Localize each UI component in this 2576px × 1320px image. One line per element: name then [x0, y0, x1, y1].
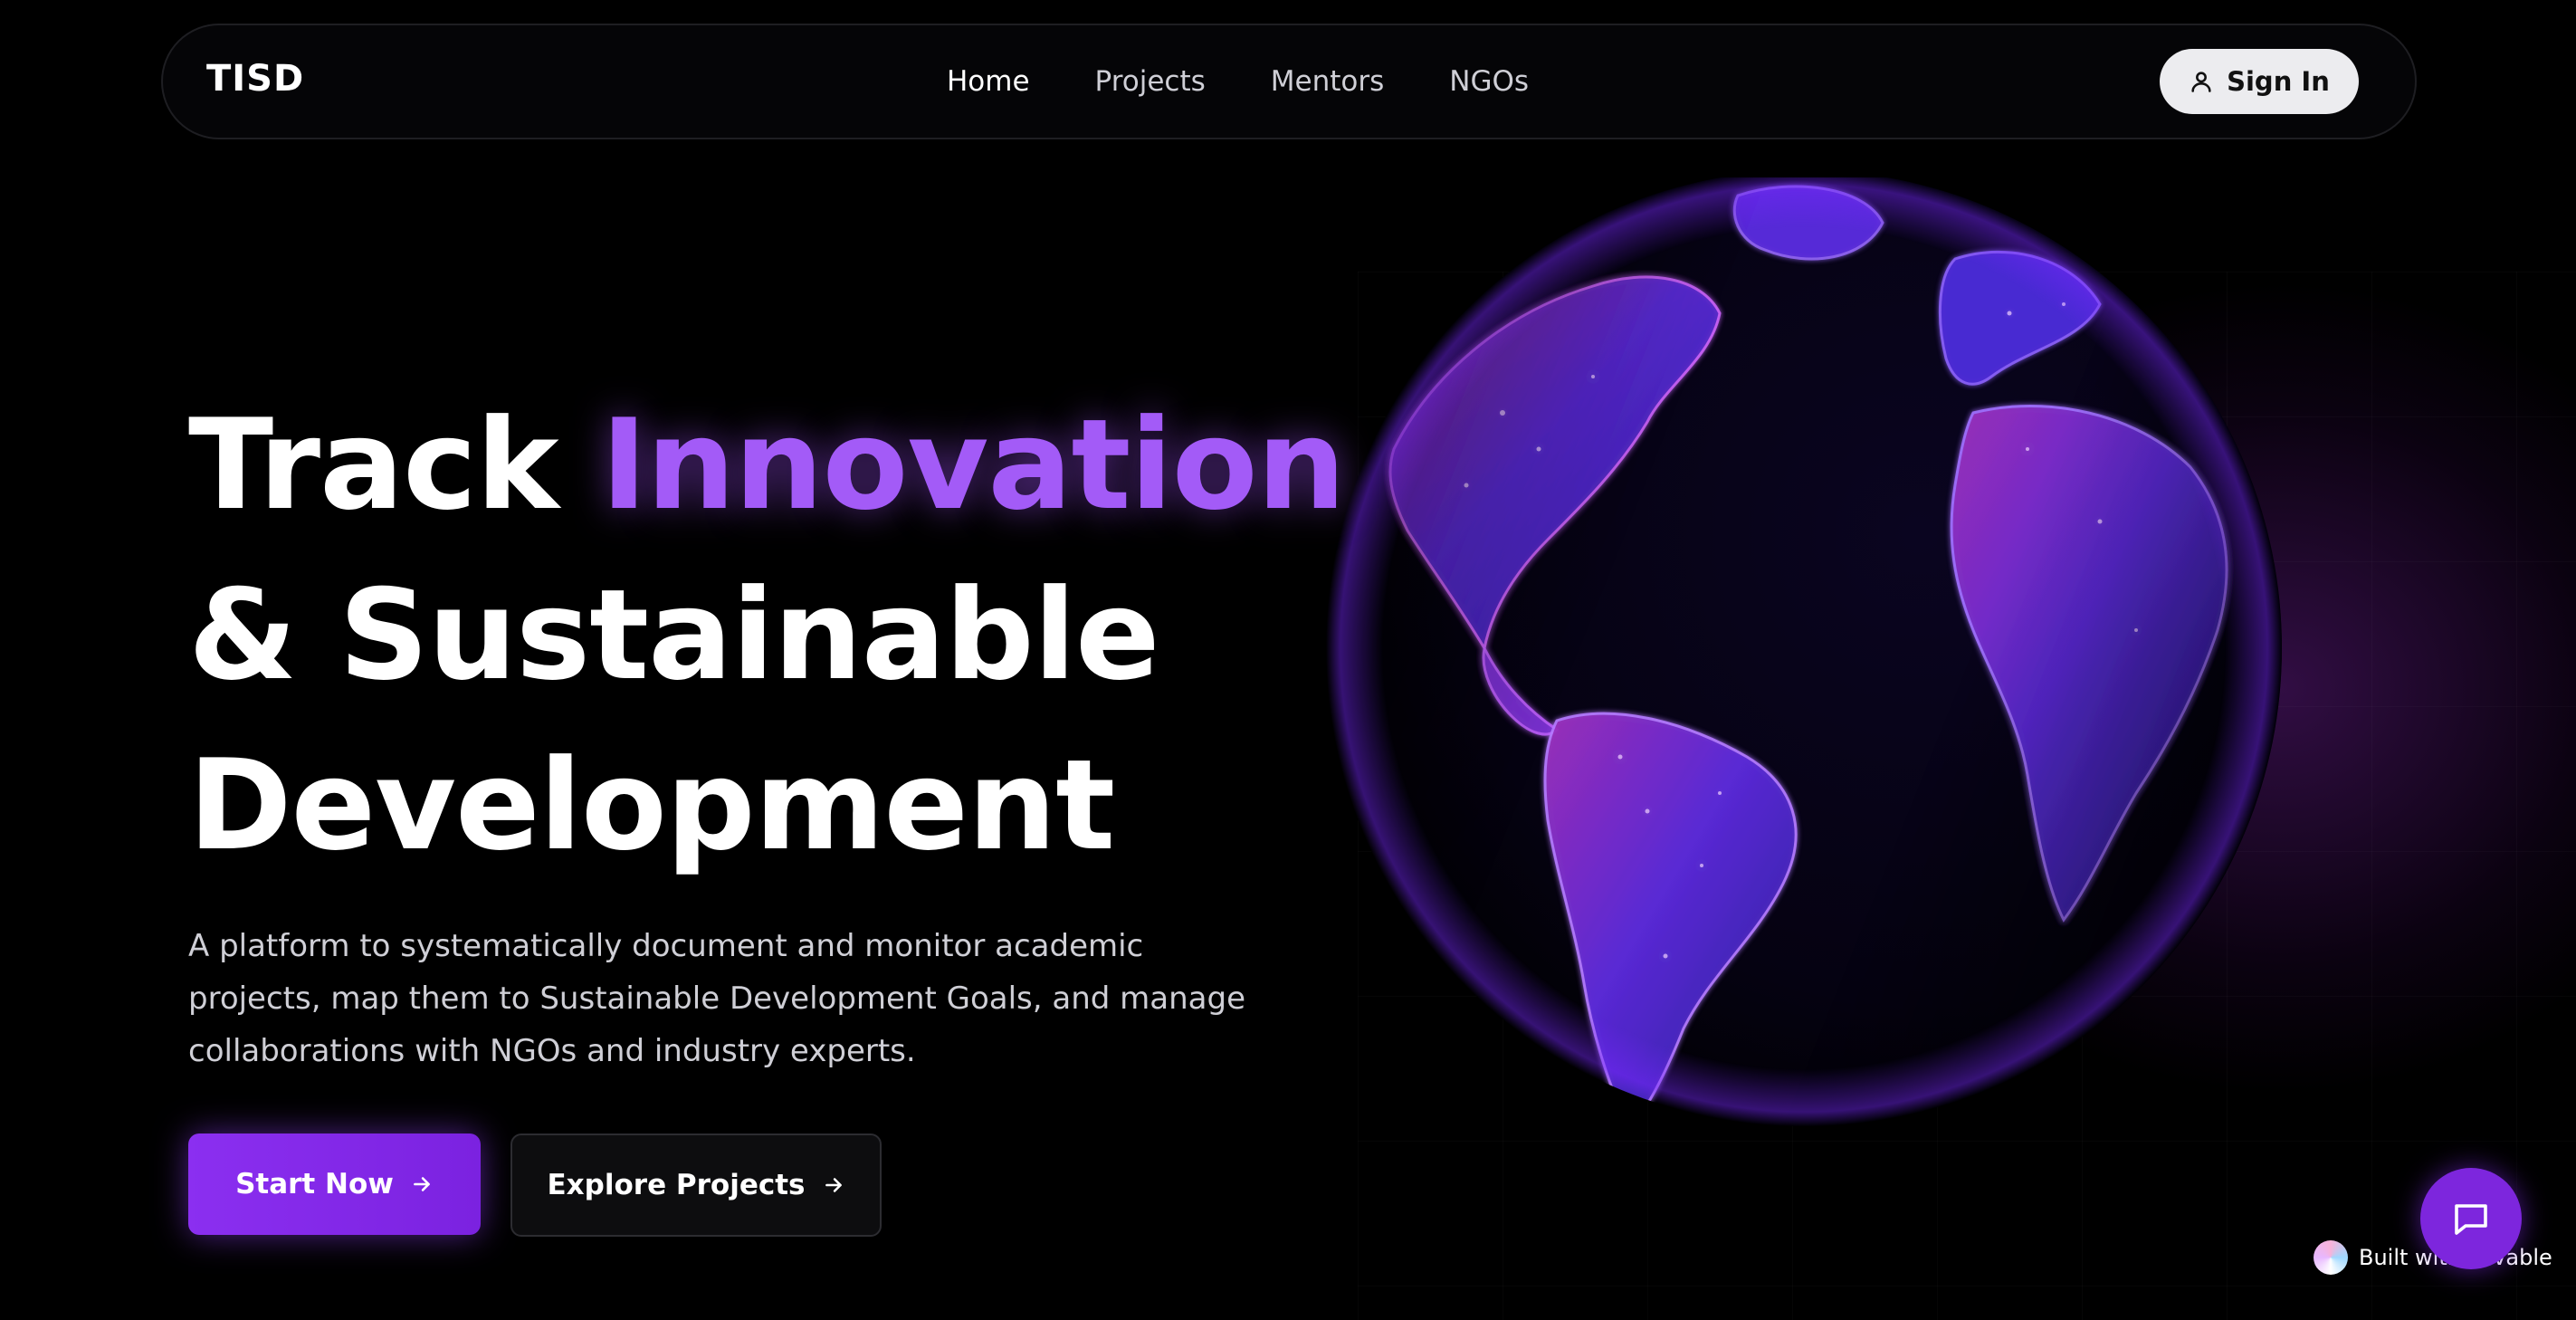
explore-projects-label: Explore Projects — [547, 1169, 806, 1201]
earth-globe-graphic — [1326, 177, 2282, 1126]
start-now-label: Start Now — [235, 1168, 394, 1200]
hero-title-accent: Innovation — [600, 392, 1346, 538]
chat-button[interactable] — [2420, 1168, 2522, 1269]
nav-link-mentors[interactable]: Mentors — [1271, 65, 1384, 98]
hero-title: Track Innovation & Sustainable Developme… — [188, 380, 1346, 891]
hero-title-line2: & Sustainable — [188, 562, 1160, 708]
nav-links: Home Projects Mentors NGOs — [947, 65, 1529, 98]
nav-link-projects[interactable]: Projects — [1095, 65, 1206, 98]
brand-logo[interactable]: TISD — [206, 58, 304, 100]
sign-in-button[interactable]: Sign In — [2160, 49, 2359, 114]
hero-title-part1: Track — [188, 392, 601, 538]
hero-description: A platform to systematically document an… — [188, 928, 1246, 1069]
nav-link-home[interactable]: Home — [947, 65, 1030, 98]
built-with-logo-icon — [2314, 1240, 2348, 1275]
hero-title-line3: Development — [188, 732, 1115, 878]
user-icon — [2191, 72, 2211, 92]
explore-projects-button[interactable]: Explore Projects — [510, 1133, 882, 1237]
chat-bubble-icon — [2455, 1204, 2487, 1235]
arrow-right-icon — [825, 1178, 842, 1192]
sign-in-label: Sign In — [2227, 66, 2330, 97]
nav-link-ngos[interactable]: NGOs — [1449, 65, 1529, 98]
start-now-button[interactable]: Start Now — [188, 1133, 481, 1235]
top-navbar: TISD Home Projects Mentors NGOs Sign In — [161, 24, 2417, 139]
arrow-right-icon — [414, 1177, 430, 1191]
page: TISD Home Projects Mentors NGOs Sign In — [0, 0, 2576, 1320]
